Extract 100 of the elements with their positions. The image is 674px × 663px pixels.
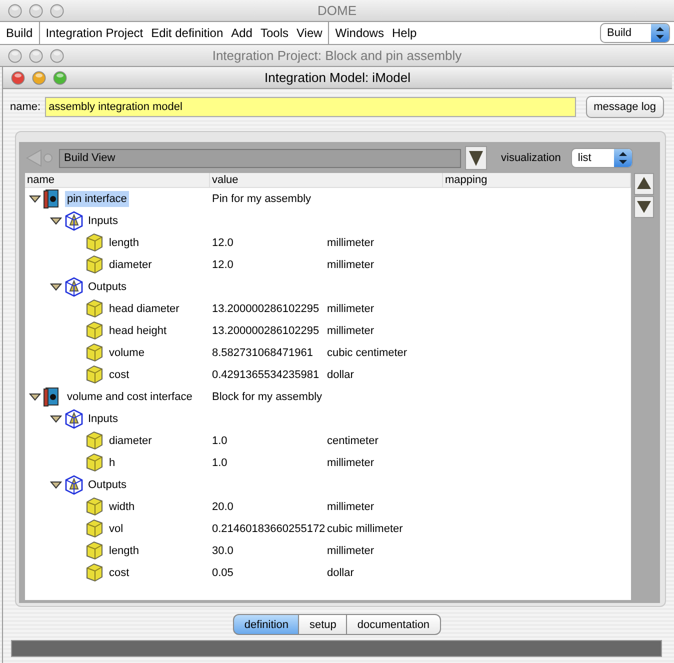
cube-frame-icon (64, 408, 84, 430)
tree-item[interactable]: head height (107, 323, 168, 339)
menu-item[interactable]: View (292, 26, 326, 40)
value-cell-text: 8.582731068471961 (212, 347, 314, 359)
unit-cell: millimeter (327, 303, 374, 315)
cube-icon (85, 540, 105, 562)
name-label: name: (10, 101, 41, 113)
unit-cell: millimeter (327, 501, 374, 513)
cube-icon (85, 342, 105, 364)
column-header[interactable]: mapping (443, 173, 631, 187)
value-cell-text: 0.4291365534235981 (212, 369, 320, 381)
menu-item[interactable]: Windows (331, 26, 388, 40)
scroll-down-icon[interactable] (634, 196, 654, 218)
window-title: DOME (316, 3, 358, 18)
value-cell-text: 20.0 (212, 501, 234, 513)
tree-item[interactable]: Outputs (86, 477, 129, 493)
cube-icon (85, 518, 105, 540)
cube-frame-icon (64, 276, 84, 298)
cube-icon (85, 562, 105, 584)
value-cell-text: 1.0 (212, 435, 228, 447)
tree-item[interactable]: volume (107, 345, 146, 361)
tree-item[interactable]: diameter (107, 257, 154, 273)
disclosure-triangle-icon[interactable] (50, 281, 62, 293)
unit-cell: dollar (327, 567, 354, 579)
menu-item[interactable]: Edit definition (147, 26, 228, 40)
menu-item[interactable]: Build (2, 26, 37, 40)
tree-item[interactable]: head diameter (107, 301, 182, 317)
cube-icon (85, 452, 105, 474)
value-cell-text: 0.05 (212, 567, 234, 579)
cube-icon (85, 254, 105, 276)
cube-frame-icon (64, 210, 84, 232)
column-header[interactable]: name (25, 173, 210, 187)
tree-item[interactable]: volume and cost interface (65, 389, 194, 405)
close-button[interactable] (8, 48, 22, 62)
tree-item[interactable]: vol (107, 521, 126, 537)
value-cell-text: 0.21460183660255172 (212, 523, 326, 535)
tree-item[interactable]: pin interface (65, 191, 129, 207)
window-title: Integration Model: iModel (264, 70, 412, 85)
cube-icon (85, 320, 105, 342)
tree-item[interactable]: Inputs (86, 411, 120, 427)
unit-cell: millimeter (327, 545, 374, 557)
unit-cell: millimeter (327, 457, 374, 469)
tree-item[interactable]: width (107, 499, 137, 515)
value-cell-text: 13.200000286102295 (212, 325, 320, 337)
unit-cell: millimeter (327, 325, 374, 337)
disclosure-triangle-icon[interactable] (50, 215, 62, 227)
tab[interactable]: definition (233, 614, 300, 635)
scroll-up-icon[interactable] (634, 173, 654, 195)
close-button[interactable] (11, 70, 25, 84)
unit-cell: centimeter (327, 435, 378, 447)
zoom-button[interactable] (53, 70, 67, 84)
unit-cell: cubic centimeter (327, 347, 408, 359)
value-cell-text: 1.0 (212, 457, 228, 469)
window-title: Integration Project: Block and pin assembly (211, 48, 463, 63)
tree-item[interactable]: cost (107, 565, 132, 581)
tree-item[interactable]: cost (107, 367, 132, 383)
tree-item[interactable]: Outputs (86, 279, 129, 295)
view-field: Build View (59, 148, 461, 168)
minimize-button[interactable] (32, 70, 46, 84)
value-cell-text: 12.0 (212, 259, 234, 271)
zoom-button[interactable] (50, 4, 64, 18)
menu-item[interactable]: Tools (256, 26, 292, 40)
cube-icon (85, 430, 105, 452)
value-cell-text: 13.200000286102295 (212, 303, 320, 315)
minimize-button[interactable] (29, 4, 43, 18)
cube-icon (85, 232, 105, 254)
disclosure-triangle-icon[interactable] (29, 391, 41, 403)
cube-icon (85, 298, 105, 320)
cube-icon (85, 364, 105, 386)
tree-item[interactable]: Inputs (86, 213, 120, 229)
value-cell-text: Block for my assembly (212, 391, 324, 403)
value-cell-text: 12.0 (212, 237, 234, 249)
menu-item[interactable]: Add (227, 26, 256, 40)
cube-frame-icon (64, 474, 84, 496)
tree-item[interactable]: length (107, 235, 141, 251)
tab[interactable]: setup (298, 614, 348, 635)
value-cell-text: Pin for my assembly (212, 193, 312, 205)
unit-cell: cubic millimeter (327, 523, 403, 535)
tree-item[interactable]: h (107, 455, 118, 471)
zoom-button[interactable] (50, 48, 64, 62)
cube-icon (85, 496, 105, 518)
menu-item[interactable]: Integration Project (42, 26, 148, 40)
disclosure-triangle-icon[interactable] (50, 413, 62, 425)
unit-cell: millimeter (327, 259, 374, 271)
tree-item[interactable]: length (107, 543, 141, 559)
mode-dropdown[interactable]: Build (600, 23, 670, 43)
minimize-button[interactable] (29, 48, 43, 62)
unit-cell: dollar (327, 369, 354, 381)
disclosure-triangle-icon[interactable] (50, 479, 62, 491)
disclosure-triangle-icon[interactable] (29, 193, 41, 205)
value-cell-text: 30.0 (212, 545, 234, 557)
column-header[interactable]: value (210, 173, 443, 187)
name-field[interactable]: assembly integration model (44, 97, 576, 117)
tree-item[interactable]: diameter (107, 433, 154, 449)
close-button[interactable] (8, 4, 22, 18)
unit-cell: millimeter (327, 237, 374, 249)
visualization-dropdown[interactable]: list (570, 148, 633, 168)
menu-item[interactable]: Help (388, 26, 421, 40)
message-log-button[interactable]: message log (586, 96, 664, 118)
tab[interactable]: documentation (346, 614, 441, 635)
